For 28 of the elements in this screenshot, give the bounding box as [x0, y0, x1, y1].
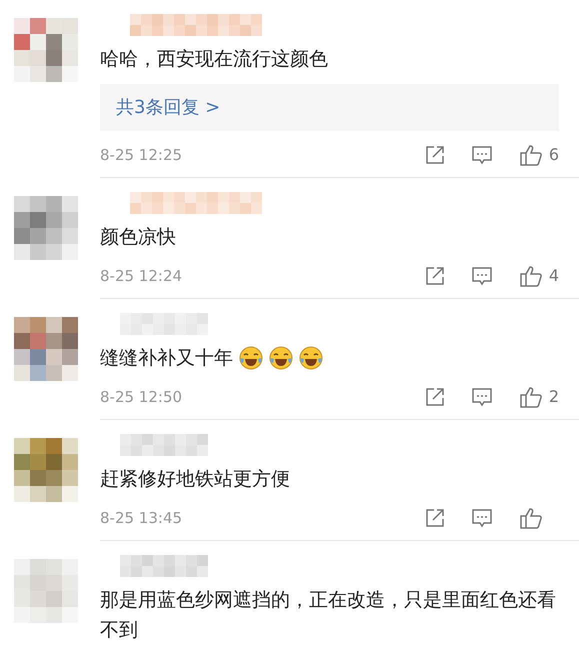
- timestamp: 8-25 12:24: [100, 266, 184, 287]
- laughing-crying-emoji-icon: [239, 346, 263, 370]
- thumbs-up-icon[interactable]: [518, 386, 543, 408]
- comment-text: 缝缝补补又十年: [100, 346, 233, 371]
- thumbs-up-icon[interactable]: [518, 265, 543, 287]
- share-icon[interactable]: [424, 387, 445, 407]
- comment-icon[interactable]: [470, 145, 493, 165]
- comment-icon[interactable]: [471, 508, 493, 528]
- timestamp: 8-25 12:25: [100, 144, 184, 166]
- like-count: 6: [548, 144, 559, 166]
- comment-text: 那是用蓝色纱网遮挡的，正在改造，只是里面红色还看不到: [100, 588, 557, 643]
- thumbs-up-icon[interactable]: [518, 144, 543, 166]
- comment-text: 赶紧修好地铁站更方便: [100, 467, 290, 492]
- share-icon[interactable]: [425, 508, 445, 528]
- replies-link[interactable]: 共3条回复 >: [100, 84, 559, 131]
- comment-icon[interactable]: [470, 387, 493, 407]
- share-icon[interactable]: [424, 266, 445, 286]
- laughing-crying-emoji-icon: [299, 346, 323, 370]
- like-count: 2: [548, 386, 559, 408]
- timestamp: 8-25 13:45: [100, 508, 184, 529]
- like-count: 4: [548, 265, 559, 287]
- timestamp: 8-25 12:50: [100, 386, 184, 408]
- comment-icon[interactable]: [470, 266, 493, 286]
- share-icon[interactable]: [424, 145, 445, 165]
- comment-text: 颜色凉快: [100, 225, 176, 250]
- laughing-crying-emoji-icon: [269, 346, 293, 370]
- comment-text: 哈哈，西安现在流行这颜色: [100, 47, 328, 72]
- thumbs-up-icon[interactable]: [519, 507, 543, 529]
